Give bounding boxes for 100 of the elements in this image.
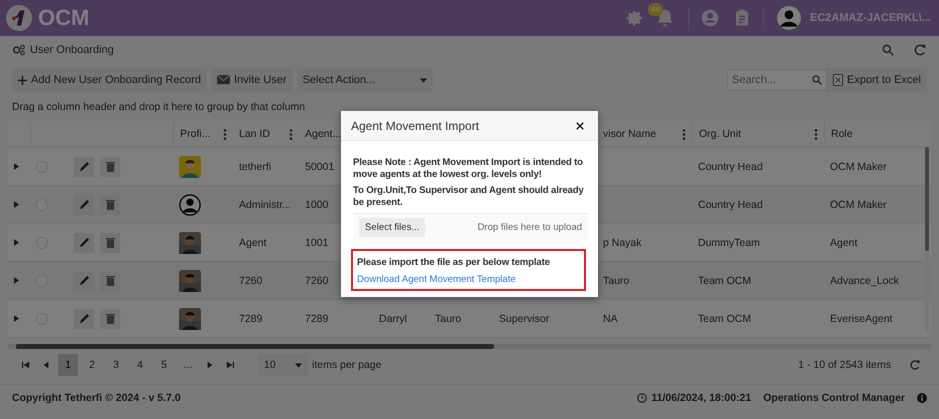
delete-button[interactable]	[100, 232, 120, 252]
page-button[interactable]: 4	[130, 354, 150, 376]
table-cell: Administr...	[239, 198, 291, 210]
notification-badge: 44	[648, 3, 663, 16]
invite-user-button[interactable]: Invite User	[210, 68, 293, 92]
first-page-icon[interactable]	[22, 361, 30, 369]
column-header[interactable]: Lan ID	[239, 128, 270, 140]
delete-button[interactable]	[100, 308, 120, 328]
avatar-icon[interactable]	[776, 5, 802, 31]
table-cell: tetherfi	[239, 160, 272, 172]
search-field[interactable]: Search...	[727, 69, 828, 91]
previous-page-icon[interactable]	[42, 361, 50, 369]
caret-icon	[295, 362, 302, 368]
refresh-icon[interactable]	[913, 43, 927, 57]
next-page-icon[interactable]	[206, 361, 214, 369]
excel-icon	[833, 74, 844, 86]
table-cell: Team OCM	[698, 274, 752, 286]
plus-icon	[18, 76, 27, 84]
expand-icon[interactable]	[14, 315, 19, 322]
trash-icon	[106, 237, 114, 248]
table-cell: DummyTeam	[698, 236, 760, 248]
delete-button[interactable]	[100, 156, 120, 176]
edit-button[interactable]	[74, 194, 94, 214]
logo-icon	[6, 5, 32, 31]
page-size-label: items per page	[312, 359, 382, 371]
select-files-button[interactable]: Select files...	[359, 218, 426, 237]
info-icon[interactable]	[917, 393, 927, 403]
pencil-icon	[78, 237, 90, 248]
app-name: Operations Control Manager	[763, 392, 905, 404]
table-cell: Tauro	[435, 312, 462, 324]
table-cell: 7289	[305, 312, 328, 324]
column-header[interactable]: visor Name	[603, 128, 656, 140]
page-button[interactable]: 2	[82, 354, 102, 376]
page-title: User Onboarding	[30, 44, 114, 56]
table-cell: Country Head	[698, 160, 763, 172]
column-header[interactable]: Org. Unit	[699, 128, 742, 140]
timestamp: 11/06/2024, 18:00:21	[651, 392, 752, 404]
table-cell: 7260	[305, 274, 328, 286]
table-cell: EveriseAgent	[830, 312, 892, 324]
mail-icon	[216, 74, 230, 86]
edit-button[interactable]	[74, 156, 94, 176]
edit-button[interactable]	[74, 308, 94, 328]
page-button[interactable]: 5	[154, 354, 174, 376]
table-cell: 7260	[239, 274, 262, 286]
table-cell: Agent	[830, 236, 858, 248]
close-icon	[576, 122, 584, 130]
close-button[interactable]	[574, 120, 586, 132]
pencil-icon	[78, 275, 90, 286]
edit-button[interactable]	[74, 270, 94, 290]
column-header[interactable]: Role	[831, 128, 853, 140]
pencil-icon	[78, 313, 90, 324]
search-icon[interactable]	[881, 43, 895, 57]
avatar-icon	[179, 194, 201, 216]
expand-icon[interactable]	[14, 239, 19, 246]
column-menu-icon[interactable]	[814, 128, 818, 140]
column-header[interactable]: Profi...	[180, 128, 210, 140]
column-menu-icon[interactable]	[289, 128, 293, 140]
table-cell: Agent	[239, 236, 266, 248]
column-menu-icon[interactable]	[682, 128, 686, 140]
table-cell: NA	[603, 312, 618, 324]
table-cell: Supervisor	[499, 312, 550, 324]
expand-icon[interactable]	[14, 201, 19, 208]
delete-button[interactable]	[100, 270, 120, 290]
pencil-icon	[78, 199, 90, 210]
table-cell: p Nayak	[603, 236, 642, 248]
avatar-icon	[179, 156, 201, 178]
file-upload-area[interactable]: Select files... Drop files here to upload	[353, 213, 588, 241]
download-template-link[interactable]: Download Agent Movement Template	[357, 274, 516, 285]
action-dropdown[interactable]: Select Action...	[296, 68, 433, 92]
refresh-icon[interactable]	[909, 359, 921, 371]
trash-icon	[106, 161, 114, 172]
table-cell: OCM Maker	[830, 198, 887, 210]
add-record-button[interactable]: Add New User Onboarding Record	[12, 68, 207, 92]
item-count: 1 - 10 of 2543 items	[798, 359, 891, 371]
note-text: To Org.Unit,To Supervisor and Agent should already be present.	[353, 185, 585, 209]
table-cell: OCM Maker	[830, 160, 887, 172]
dialog-title: Agent Movement Import	[351, 118, 480, 132]
table-cell: Tauro	[603, 274, 630, 286]
trash-icon	[106, 313, 114, 324]
page-button[interactable]: 3	[106, 354, 126, 376]
page-button[interactable]: ...	[178, 354, 198, 376]
edit-button[interactable]	[74, 232, 94, 252]
template-hint: Please import the file as per below template	[357, 257, 551, 269]
table-cell: Country Head	[698, 198, 763, 210]
drop-hint: Drop files here to upload	[477, 222, 582, 233]
delete-button[interactable]	[100, 194, 120, 214]
column-menu-icon[interactable]	[223, 128, 227, 140]
column-header[interactable]: Agent...	[305, 128, 342, 140]
page-button[interactable]: 1	[58, 354, 78, 376]
table-cell: Advance_Lock	[830, 274, 899, 286]
table-cell: 7289	[239, 312, 262, 324]
last-page-icon[interactable]	[226, 361, 234, 369]
expand-icon[interactable]	[14, 163, 19, 170]
expand-icon[interactable]	[14, 277, 19, 284]
page-size-dropdown[interactable]: 10	[258, 354, 308, 376]
table-cell: Team OCM	[698, 312, 752, 324]
group-hint: Drag a column header and drop it here to group by that column	[11, 100, 306, 115]
export-excel-button[interactable]: Export to Excel	[827, 68, 927, 92]
table-cell: Darryl	[379, 312, 407, 324]
table-cell: 1000	[305, 198, 328, 210]
